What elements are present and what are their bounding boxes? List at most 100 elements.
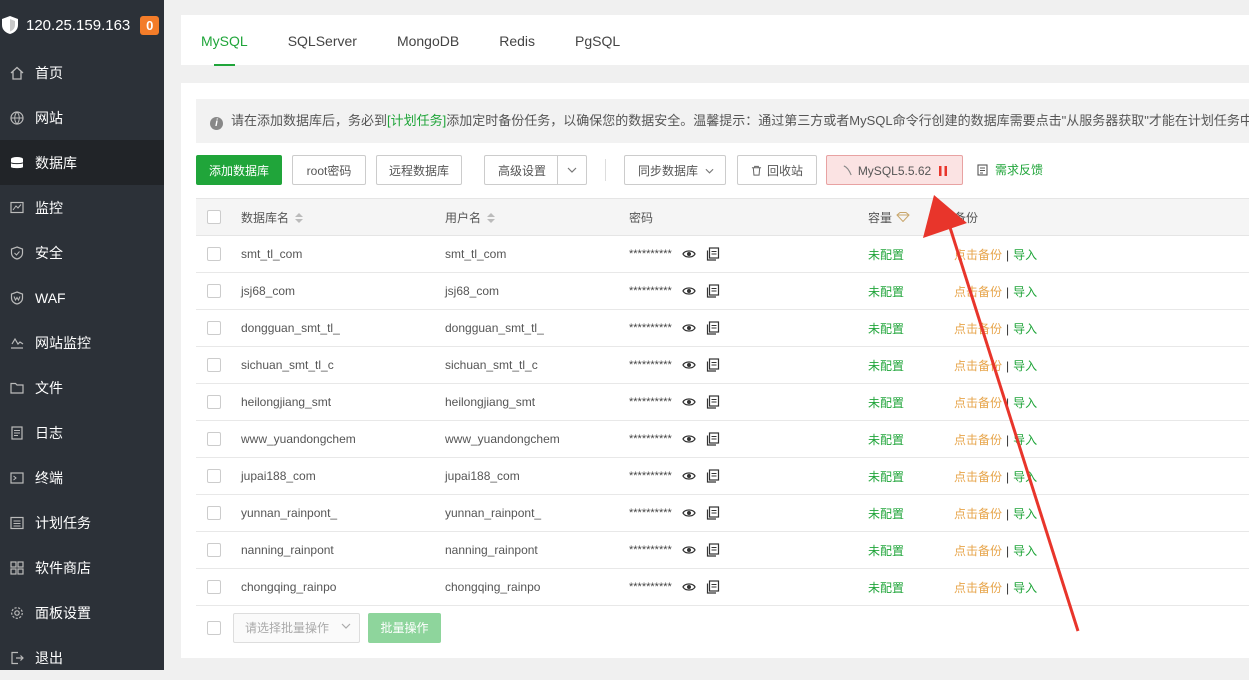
tab-mongodb[interactable]: MongoDB: [397, 15, 459, 65]
footer-select-all-checkbox[interactable]: [207, 621, 221, 635]
backup-link[interactable]: 点击备份: [954, 248, 1002, 262]
copy-icon[interactable]: [706, 580, 720, 594]
advanced-settings-button[interactable]: 高级设置: [484, 155, 587, 185]
backup-link[interactable]: 点击备份: [954, 396, 1002, 410]
add-database-button[interactable]: 添加数据库: [196, 155, 282, 185]
import-link[interactable]: 导入: [1013, 507, 1037, 521]
sidebar-item[interactable]: 网站: [0, 95, 164, 140]
sidebar-item[interactable]: 退出: [0, 635, 164, 680]
sort-icon[interactable]: [295, 213, 304, 224]
import-link[interactable]: 导入: [1013, 470, 1037, 484]
import-link[interactable]: 导入: [1013, 544, 1037, 558]
sidebar-item[interactable]: WAF: [0, 275, 164, 320]
copy-icon[interactable]: [706, 395, 720, 409]
capacity-status[interactable]: 未配置: [868, 542, 954, 559]
backup-link[interactable]: 点击备份: [954, 433, 1002, 447]
copy-icon[interactable]: [706, 543, 720, 557]
task-link[interactable]: [计划任务]: [387, 113, 446, 128]
eye-icon[interactable]: [682, 580, 696, 594]
sidebar-item[interactable]: 软件商店: [0, 545, 164, 590]
import-link[interactable]: 导入: [1013, 581, 1037, 595]
row-checkbox[interactable]: [207, 358, 221, 373]
copy-icon[interactable]: [706, 247, 720, 261]
capacity-status[interactable]: 未配置: [868, 431, 954, 448]
row-checkbox[interactable]: [207, 543, 221, 558]
capacity-status[interactable]: 未配置: [868, 246, 954, 263]
select-all-checkbox[interactable]: [207, 210, 221, 225]
sidebar-item[interactable]: 首页: [0, 50, 164, 95]
feedback-link[interactable]: 需求反馈: [977, 155, 1043, 185]
eye-icon[interactable]: [682, 284, 696, 298]
eye-icon[interactable]: [682, 321, 696, 335]
sidebar-item[interactable]: 安全: [0, 230, 164, 275]
capacity-status[interactable]: 未配置: [868, 394, 954, 411]
backup-link[interactable]: 点击备份: [954, 544, 1002, 558]
sidebar-item[interactable]: 日志: [0, 410, 164, 455]
eye-icon[interactable]: [682, 432, 696, 446]
sidebar-item[interactable]: 计划任务: [0, 500, 164, 545]
eye-icon[interactable]: [682, 247, 696, 261]
backup-link[interactable]: 点击备份: [954, 322, 1002, 336]
sidebar-item[interactable]: 面板设置: [0, 590, 164, 635]
row-checkbox[interactable]: [207, 506, 221, 521]
sidebar-item[interactable]: 文件: [0, 365, 164, 410]
tab-pgsql[interactable]: PgSQL: [575, 15, 620, 65]
mysql-version-button[interactable]: MySQL5.5.62: [826, 155, 963, 185]
copy-icon[interactable]: [706, 432, 720, 446]
capacity-status[interactable]: 未配置: [868, 505, 954, 522]
row-checkbox[interactable]: [207, 395, 221, 410]
backup-link[interactable]: 点击备份: [954, 285, 1002, 299]
row-checkbox[interactable]: [207, 284, 221, 299]
recycle-bin-button[interactable]: 回收站: [737, 155, 817, 185]
row-checkbox[interactable]: [207, 580, 221, 595]
backup-link[interactable]: 点击备份: [954, 359, 1002, 373]
batch-operation-button[interactable]: 批量操作: [368, 613, 441, 643]
column-name[interactable]: 数据库名: [241, 209, 445, 226]
import-link[interactable]: 导入: [1013, 396, 1037, 410]
sync-database-button[interactable]: 同步数据库: [624, 155, 726, 185]
import-link[interactable]: 导入: [1013, 322, 1037, 336]
chevron-down-icon[interactable]: [557, 156, 586, 184]
eye-icon[interactable]: [682, 469, 696, 483]
copy-icon[interactable]: [706, 469, 720, 483]
backup-link[interactable]: 点击备份: [954, 507, 1002, 521]
batch-operation-select[interactable]: 请选择批量操作: [233, 613, 360, 643]
column-user[interactable]: 用户名: [445, 209, 629, 226]
capacity-status[interactable]: 未配置: [868, 283, 954, 300]
row-checkbox[interactable]: [207, 321, 221, 336]
remote-database-button[interactable]: 远程数据库: [376, 155, 462, 185]
eye-icon[interactable]: [682, 506, 696, 520]
capacity-status[interactable]: 未配置: [868, 320, 954, 337]
copy-icon[interactable]: [706, 321, 720, 335]
capacity-status[interactable]: 未配置: [868, 579, 954, 596]
tab-sqlserver[interactable]: SQLServer: [288, 15, 357, 65]
copy-icon[interactable]: [706, 358, 720, 372]
row-checkbox[interactable]: [207, 432, 221, 447]
db-password: **********: [629, 396, 672, 408]
import-link[interactable]: 导入: [1013, 285, 1037, 299]
copy-icon[interactable]: [706, 284, 720, 298]
root-password-button[interactable]: root密码: [292, 155, 366, 185]
import-link[interactable]: 导入: [1013, 359, 1037, 373]
sidebar-item[interactable]: 终端: [0, 455, 164, 500]
capacity-status[interactable]: 未配置: [868, 468, 954, 485]
import-link[interactable]: 导入: [1013, 248, 1037, 262]
tab-mysql[interactable]: MySQL: [201, 15, 248, 66]
eye-icon[interactable]: [682, 358, 696, 372]
capacity-status[interactable]: 未配置: [868, 357, 954, 374]
row-checkbox[interactable]: [207, 247, 221, 262]
sidebar-item[interactable]: 数据库: [0, 140, 164, 185]
eye-icon[interactable]: [682, 543, 696, 557]
sidebar-item-label: 安全: [35, 244, 63, 261]
notification-badge[interactable]: 0: [140, 15, 160, 35]
backup-link[interactable]: 点击备份: [954, 581, 1002, 595]
copy-icon[interactable]: [706, 506, 720, 520]
tab-redis[interactable]: Redis: [499, 15, 535, 65]
eye-icon[interactable]: [682, 395, 696, 409]
sidebar-item[interactable]: 监控: [0, 185, 164, 230]
import-link[interactable]: 导入: [1013, 433, 1037, 447]
backup-link[interactable]: 点击备份: [954, 470, 1002, 484]
sidebar-item[interactable]: 网站监控: [0, 320, 164, 365]
row-checkbox[interactable]: [207, 469, 221, 484]
sort-icon[interactable]: [487, 213, 496, 224]
